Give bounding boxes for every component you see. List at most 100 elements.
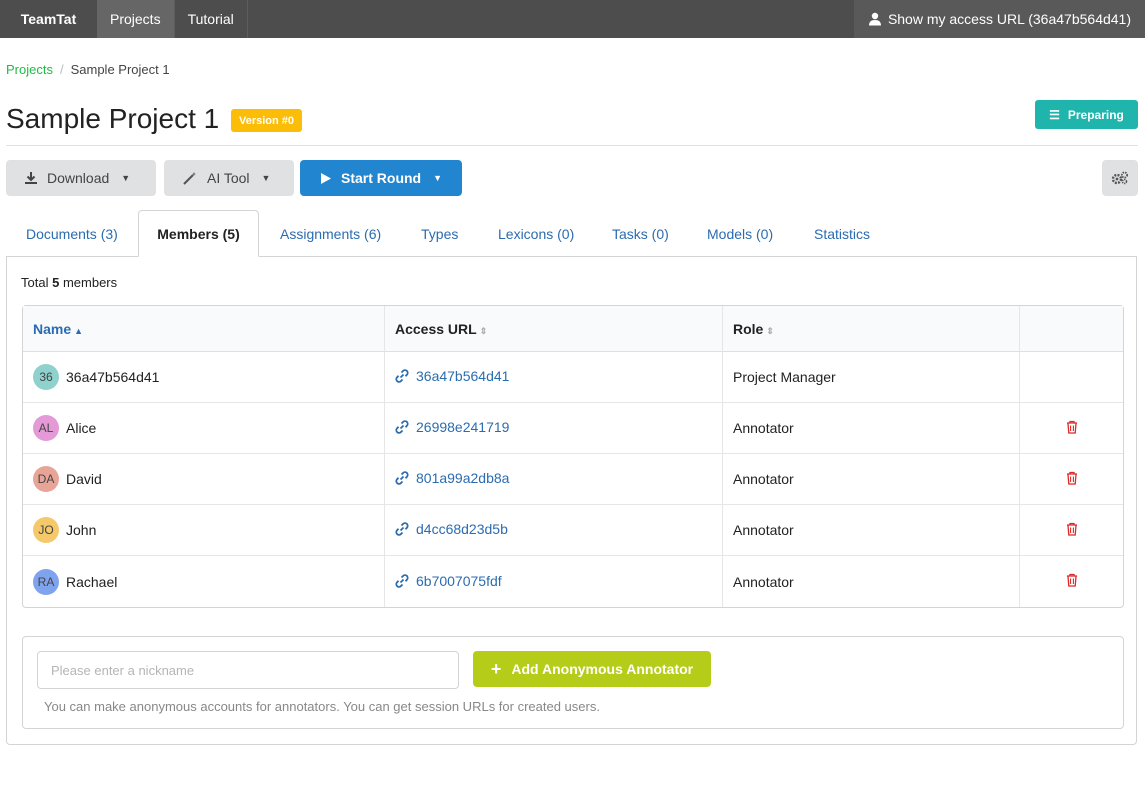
caret-down-icon: ▼ — [261, 173, 271, 183]
trash-icon — [1066, 471, 1077, 485]
caret-down-icon: ▼ — [121, 173, 131, 183]
tab-models[interactable]: Models (0) — [707, 210, 773, 257]
access-url-text: d4cc68d23d5b — [416, 521, 508, 537]
tab-lexicons[interactable]: Lexicons (0) — [498, 210, 574, 257]
show-access-url-button[interactable]: Show my access URL (36a47b564d41) — [853, 0, 1145, 38]
settings-button[interactable] — [1102, 160, 1138, 196]
download-button[interactable]: Download ▼ — [6, 160, 156, 196]
breadcrumb-projects-link[interactable]: Projects — [6, 62, 53, 77]
member-name-cell: 36 36a47b564d41 — [23, 352, 384, 403]
preparing-label: Preparing — [1067, 107, 1124, 122]
members-table: Name ▲ Access URL ⇕ Role ⇕ 36 36a47b564d41 36… — [22, 305, 1124, 608]
table-row: 36 36a47b564d41 36a47b564d41 Project Manage… — [23, 352, 1123, 403]
top-navbar: TeamTat Projects Tutorial Show my access… — [0, 0, 1145, 38]
trash-icon — [1066, 420, 1077, 434]
start-round-button[interactable]: Start Round ▼ — [300, 160, 462, 196]
breadcrumb: Projects / Sample Project 1 — [6, 62, 170, 77]
member-url-cell: d4cc68d23d5b — [384, 505, 722, 556]
add-annotator-label: Add Anonymous Annotator — [511, 661, 694, 677]
play-icon — [321, 172, 331, 184]
access-url-label: Show my access URL (36a47b564d41) — [887, 11, 1131, 27]
delete-member-button[interactable] — [1066, 522, 1078, 539]
member-url-cell: 26998e241719 — [384, 403, 722, 454]
download-label: Download — [47, 170, 110, 186]
delete-member-button[interactable] — [1066, 420, 1078, 437]
access-url-text: 801a99a2db8a — [416, 470, 510, 486]
delete-member-button[interactable] — [1066, 573, 1078, 590]
table-header-row: Name ▲ Access URL ⇕ Role ⇕ — [23, 306, 1123, 352]
member-name: 36a47b564d41 — [66, 369, 160, 385]
project-tabs: Documents (3) Members (5) Assignments (6… — [6, 210, 1137, 257]
table-row: RA Rachael 6b7007075fdf Annotator — [23, 556, 1123, 607]
plus-icon: + — [490, 658, 502, 679]
tab-members[interactable]: Members (5) — [138, 210, 259, 257]
member-actions-cell — [1019, 556, 1123, 607]
link-icon — [395, 369, 409, 383]
tab-tasks[interactable]: Tasks (0) — [612, 210, 669, 257]
brand-logo[interactable]: TeamTat — [0, 0, 97, 38]
title-divider — [6, 145, 1138, 146]
access-url-link[interactable]: 6b7007075fdf — [395, 573, 502, 589]
table-row: JO John d4cc68d23d5b Annotator — [23, 505, 1123, 556]
access-url-link[interactable]: d4cc68d23d5b — [395, 521, 508, 537]
download-icon — [25, 172, 37, 184]
tab-types[interactable]: Types — [421, 210, 458, 257]
member-actions-cell — [1019, 352, 1123, 403]
sort-icon: ⇕ — [766, 325, 774, 336]
access-url-link[interactable]: 801a99a2db8a — [395, 470, 509, 486]
nav-projects[interactable]: Projects — [97, 0, 175, 38]
role-column-header[interactable]: Role ⇕ — [722, 306, 1019, 352]
link-icon — [395, 573, 409, 588]
tab-documents[interactable]: Documents (3) — [26, 210, 118, 257]
total-prefix: Total — [21, 275, 49, 290]
link-icon — [395, 522, 409, 536]
avatar: DA — [33, 466, 59, 492]
name-column-header[interactable]: Name ▲ — [23, 306, 384, 352]
access-url-text: 6b7007075fdf — [416, 572, 502, 589]
sort-asc-icon: ▲ — [74, 325, 84, 336]
link-icon — [395, 420, 409, 434]
access-url-text: 26998e241719 — [416, 419, 510, 435]
member-url-cell: 36a47b564d41 — [384, 352, 722, 403]
table-row: AL Alice 26998e241719 Annotator — [23, 403, 1123, 454]
gears-icon — [1111, 171, 1128, 185]
member-name-cell: JO John — [23, 505, 384, 556]
member-name: John — [66, 522, 97, 538]
member-role-cell: Annotator — [722, 403, 1019, 454]
member-name: Rachael — [66, 573, 118, 590]
members-total: Total 5 members — [21, 275, 117, 290]
access-url-link[interactable]: 36a47b564d41 — [395, 368, 509, 384]
avatar: JO — [33, 517, 59, 543]
tab-statistics[interactable]: Statistics — [814, 210, 870, 257]
table-row: DA David 801a99a2db8a Annotator — [23, 454, 1123, 505]
add-anonymous-annotator-button[interactable]: + Add Anonymous Annotator — [473, 651, 711, 687]
avatar: AL — [33, 415, 59, 441]
member-url-cell: 801a99a2db8a — [384, 454, 722, 505]
ai-tool-label: AI Tool — [207, 170, 250, 186]
caret-down-icon: ▼ — [433, 173, 443, 183]
member-role-cell: Annotator — [722, 505, 1019, 556]
actions-column-header — [1019, 306, 1123, 352]
page-title: Sample Project 1 — [6, 103, 220, 134]
magic-wand-icon — [183, 172, 196, 185]
add-annotator-help-text: You can make anonymous accounts for anno… — [44, 699, 600, 714]
breadcrumb-current: Sample Project 1 — [70, 62, 170, 77]
member-role-cell: Project Manager — [722, 352, 1019, 403]
list-icon: ☰ — [1049, 107, 1060, 122]
ai-tool-button[interactable]: AI Tool ▼ — [164, 160, 294, 196]
member-role-cell: Annotator — [722, 454, 1019, 505]
delete-member-button[interactable] — [1066, 471, 1078, 488]
preparing-status-button[interactable]: ☰ Preparing — [1035, 100, 1138, 129]
total-count: 5 — [52, 275, 60, 290]
trash-icon — [1066, 573, 1077, 587]
member-name: Alice — [66, 420, 97, 436]
nickname-input[interactable] — [37, 651, 459, 689]
access-url-header-label: Access URL — [395, 320, 477, 337]
nav-tutorial[interactable]: Tutorial — [175, 0, 248, 38]
access-url-column-header[interactable]: Access URL ⇕ — [384, 306, 722, 352]
tab-assignments[interactable]: Assignments (6) — [280, 210, 381, 257]
access-url-link[interactable]: 26998e241719 — [395, 419, 509, 435]
member-name: David — [66, 471, 102, 487]
trash-icon — [1066, 522, 1077, 536]
member-actions-cell — [1019, 505, 1123, 556]
